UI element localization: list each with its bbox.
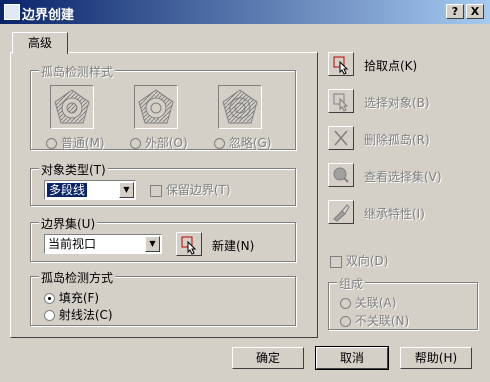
radio-normal-indicator <box>46 138 57 149</box>
ignore-style-icon <box>222 89 258 124</box>
cancel-button[interactable]: 取消 <box>315 346 389 370</box>
radio-ignore-indicator <box>214 138 225 149</box>
pick-point-icon <box>333 56 349 75</box>
help-button[interactable]: 帮助(H) <box>400 347 472 369</box>
remove-islands-label: 删除孤岛(R) <box>364 133 430 147</box>
double-checkbox[interactable]: 双向(D) <box>330 252 388 269</box>
radio-ray-label: 射线法(C) <box>58 308 113 322</box>
retain-boundary-box <box>150 184 162 197</box>
boundary-set-select[interactable]: 当前视口 ▼ <box>44 234 162 254</box>
boundary-set-legend: 边界集(U) <box>39 215 98 232</box>
island-style-legend: 孤岛检测样式 <box>39 63 116 80</box>
radio-ignore[interactable]: 忽略(G) <box>214 134 272 151</box>
inherit-properties-icon <box>333 204 350 222</box>
radio-normal-label: 普通(M) <box>60 136 105 150</box>
window-title: 边界创建 <box>22 8 75 23</box>
radio-outer-label: 外部(O) <box>144 136 188 150</box>
radio-ray-casting[interactable]: 射线法(C) <box>44 306 113 323</box>
radio-flood-label: 填充(F) <box>58 291 100 305</box>
view-selection-icon <box>333 167 349 183</box>
double-box <box>330 255 342 268</box>
view-selection-label: 查看选择集(V) <box>364 170 442 184</box>
inherit-properties-button[interactable] <box>328 200 354 224</box>
radio-nonassociative-label: 不关联(N) <box>354 314 410 328</box>
radio-nonassociative[interactable]: 不关联(N) <box>340 312 409 329</box>
new-boundary-set-button[interactable] <box>176 232 202 256</box>
radio-associative-indicator <box>340 298 351 309</box>
object-type-select[interactable]: 多段线 ▼ <box>44 180 136 200</box>
pick-points-label: 拾取点(K) <box>364 59 418 73</box>
object-type-value: 多段线 <box>47 183 88 197</box>
retain-boundary-checkbox[interactable]: 保留边界(T) <box>150 181 231 198</box>
radio-ignore-label: 忽略(G) <box>228 136 272 150</box>
radio-associative[interactable]: 关联(A) <box>340 294 396 311</box>
tab-advanced[interactable]: 高级 <box>12 32 68 54</box>
object-type-legend: 对象类型(T) <box>39 161 108 178</box>
radio-outer-indicator <box>130 138 141 149</box>
boundary-set-value: 当前视口 <box>48 237 97 251</box>
radio-associative-label: 关联(A) <box>354 296 397 310</box>
normal-style-image <box>50 85 94 129</box>
radio-nonassociative-indicator <box>340 316 351 327</box>
normal-style-icon <box>54 89 90 124</box>
select-objects-button[interactable] <box>328 89 354 113</box>
radio-flood[interactable]: 填充(F) <box>44 289 99 306</box>
ok-button[interactable]: 确定 <box>232 347 304 369</box>
island-method-legend: 孤岛检测方式 <box>39 269 116 286</box>
app-icon <box>4 4 20 20</box>
help-title-button[interactable]: ? <box>446 4 464 19</box>
radio-ray-indicator <box>44 310 55 321</box>
retain-boundary-label: 保留边界(T) <box>165 183 231 197</box>
new-boundary-set-label: 新建(N) <box>212 239 255 253</box>
outer-style-icon <box>138 89 174 124</box>
chevron-down-icon[interactable]: ▼ <box>119 182 134 198</box>
ignore-style-image <box>218 85 262 129</box>
close-button[interactable]: X <box>466 4 484 19</box>
double-label: 双向(D) <box>345 254 389 268</box>
outer-style-image <box>134 85 178 129</box>
view-selection-button[interactable] <box>328 163 354 187</box>
remove-islands-button[interactable] <box>328 126 354 150</box>
radio-normal[interactable]: 普通(M) <box>46 134 105 151</box>
radio-outer[interactable]: 外部(O) <box>130 134 188 151</box>
composition-legend: 组成 <box>337 275 366 292</box>
select-objects-label: 选择对象(B) <box>364 96 430 110</box>
inherit-properties-label: 继承特性(I) <box>364 207 425 221</box>
pick-points-button[interactable] <box>328 52 354 76</box>
remove-islands-icon <box>334 130 348 146</box>
chevron-down-icon[interactable]: ▼ <box>145 236 160 252</box>
pick-cursor-icon <box>181 236 197 255</box>
radio-flood-indicator <box>44 293 55 304</box>
select-objects-icon <box>333 93 349 112</box>
